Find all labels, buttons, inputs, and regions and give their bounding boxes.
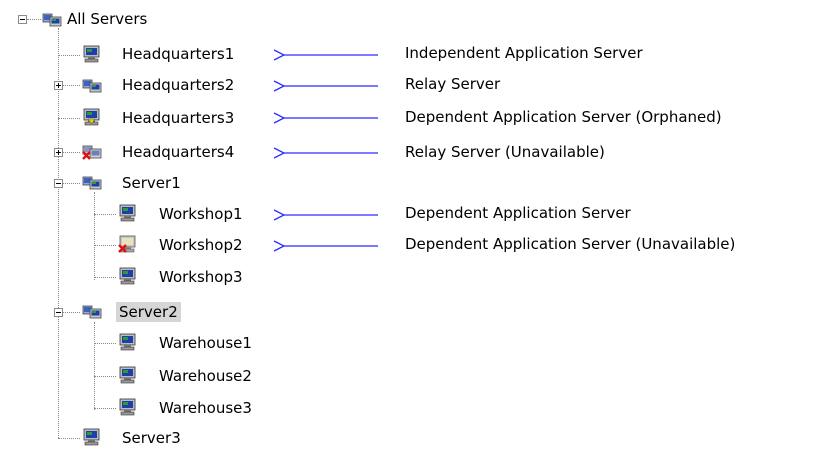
tree-node-headquarters1[interactable]: Headquarters1 xyxy=(119,44,237,64)
tree-connector xyxy=(27,19,41,20)
tree-connector xyxy=(58,55,80,56)
tree-node-workshop1[interactable]: Workshop1 xyxy=(156,204,246,224)
expand-toggle[interactable] xyxy=(54,148,63,157)
computer-icon xyxy=(118,398,138,416)
tree-connector xyxy=(63,183,80,184)
tree-connector xyxy=(94,322,95,410)
tree-connector xyxy=(63,152,80,153)
computer-icon xyxy=(82,45,102,63)
tree-node-workshop3[interactable]: Workshop3 xyxy=(156,267,246,287)
annotation-label: Independent Application Server xyxy=(405,44,643,62)
annotation-label: Relay Server (Unavailable) xyxy=(405,143,605,161)
tree-connector xyxy=(94,277,116,278)
tree-connector xyxy=(58,118,80,119)
annotation-label: Dependent Application Server (Orphaned) xyxy=(405,108,722,126)
tree-connector xyxy=(58,438,80,439)
tree-node-server3[interactable]: Server3 xyxy=(119,428,184,448)
computer-icon xyxy=(82,428,102,446)
tree-connector xyxy=(94,214,116,215)
annotation-label: Dependent Application Server xyxy=(405,204,631,222)
annotation-label: Relay Server xyxy=(405,75,501,93)
computer-icon xyxy=(118,333,138,351)
tree-connector xyxy=(94,192,95,280)
tree-connector xyxy=(63,312,80,313)
relay-server-icon xyxy=(82,173,102,191)
computer-icon xyxy=(118,204,138,222)
server-group-icon xyxy=(42,10,62,28)
tree-node-headquarters3[interactable]: Headquarters3 xyxy=(119,108,237,128)
tree-connector xyxy=(94,376,116,377)
annotation-label: Dependent Application Server (Unavailabl… xyxy=(405,235,736,253)
tree-connector xyxy=(94,343,116,344)
collapse-toggle[interactable] xyxy=(18,15,27,24)
tree-connector xyxy=(94,245,116,246)
expand-toggle[interactable] xyxy=(54,81,63,90)
unavailable-relay-server-icon xyxy=(82,142,102,160)
computer-icon xyxy=(118,366,138,384)
tree-node-warehouse1[interactable]: Warehouse1 xyxy=(156,333,255,353)
server-tree: All Servers Headquarters1 Headquarters2 xyxy=(0,0,820,450)
tree-node-server1[interactable]: Server1 xyxy=(119,173,184,193)
tree-node-headquarters4[interactable]: Headquarters4 xyxy=(119,142,237,162)
relay-server-icon xyxy=(82,76,102,94)
tree-node-warehouse2[interactable]: Warehouse2 xyxy=(156,366,255,386)
tree-node-server2[interactable]: Server2 xyxy=(116,302,181,322)
unavailable-computer-icon xyxy=(118,235,138,253)
collapse-toggle[interactable] xyxy=(54,179,63,188)
computer-icon xyxy=(118,267,138,285)
tree-connector xyxy=(63,85,80,86)
tree-connector xyxy=(94,408,116,409)
relay-server-icon xyxy=(82,302,102,320)
tree-node-headquarters2[interactable]: Headquarters2 xyxy=(119,75,237,95)
tree-node-warehouse3[interactable]: Warehouse3 xyxy=(156,398,255,418)
collapse-toggle[interactable] xyxy=(54,308,63,317)
tree-node-all-servers[interactable]: All Servers xyxy=(64,9,150,29)
tree-node-workshop2[interactable]: Workshop2 xyxy=(156,235,246,255)
orphaned-computer-icon xyxy=(82,108,102,126)
